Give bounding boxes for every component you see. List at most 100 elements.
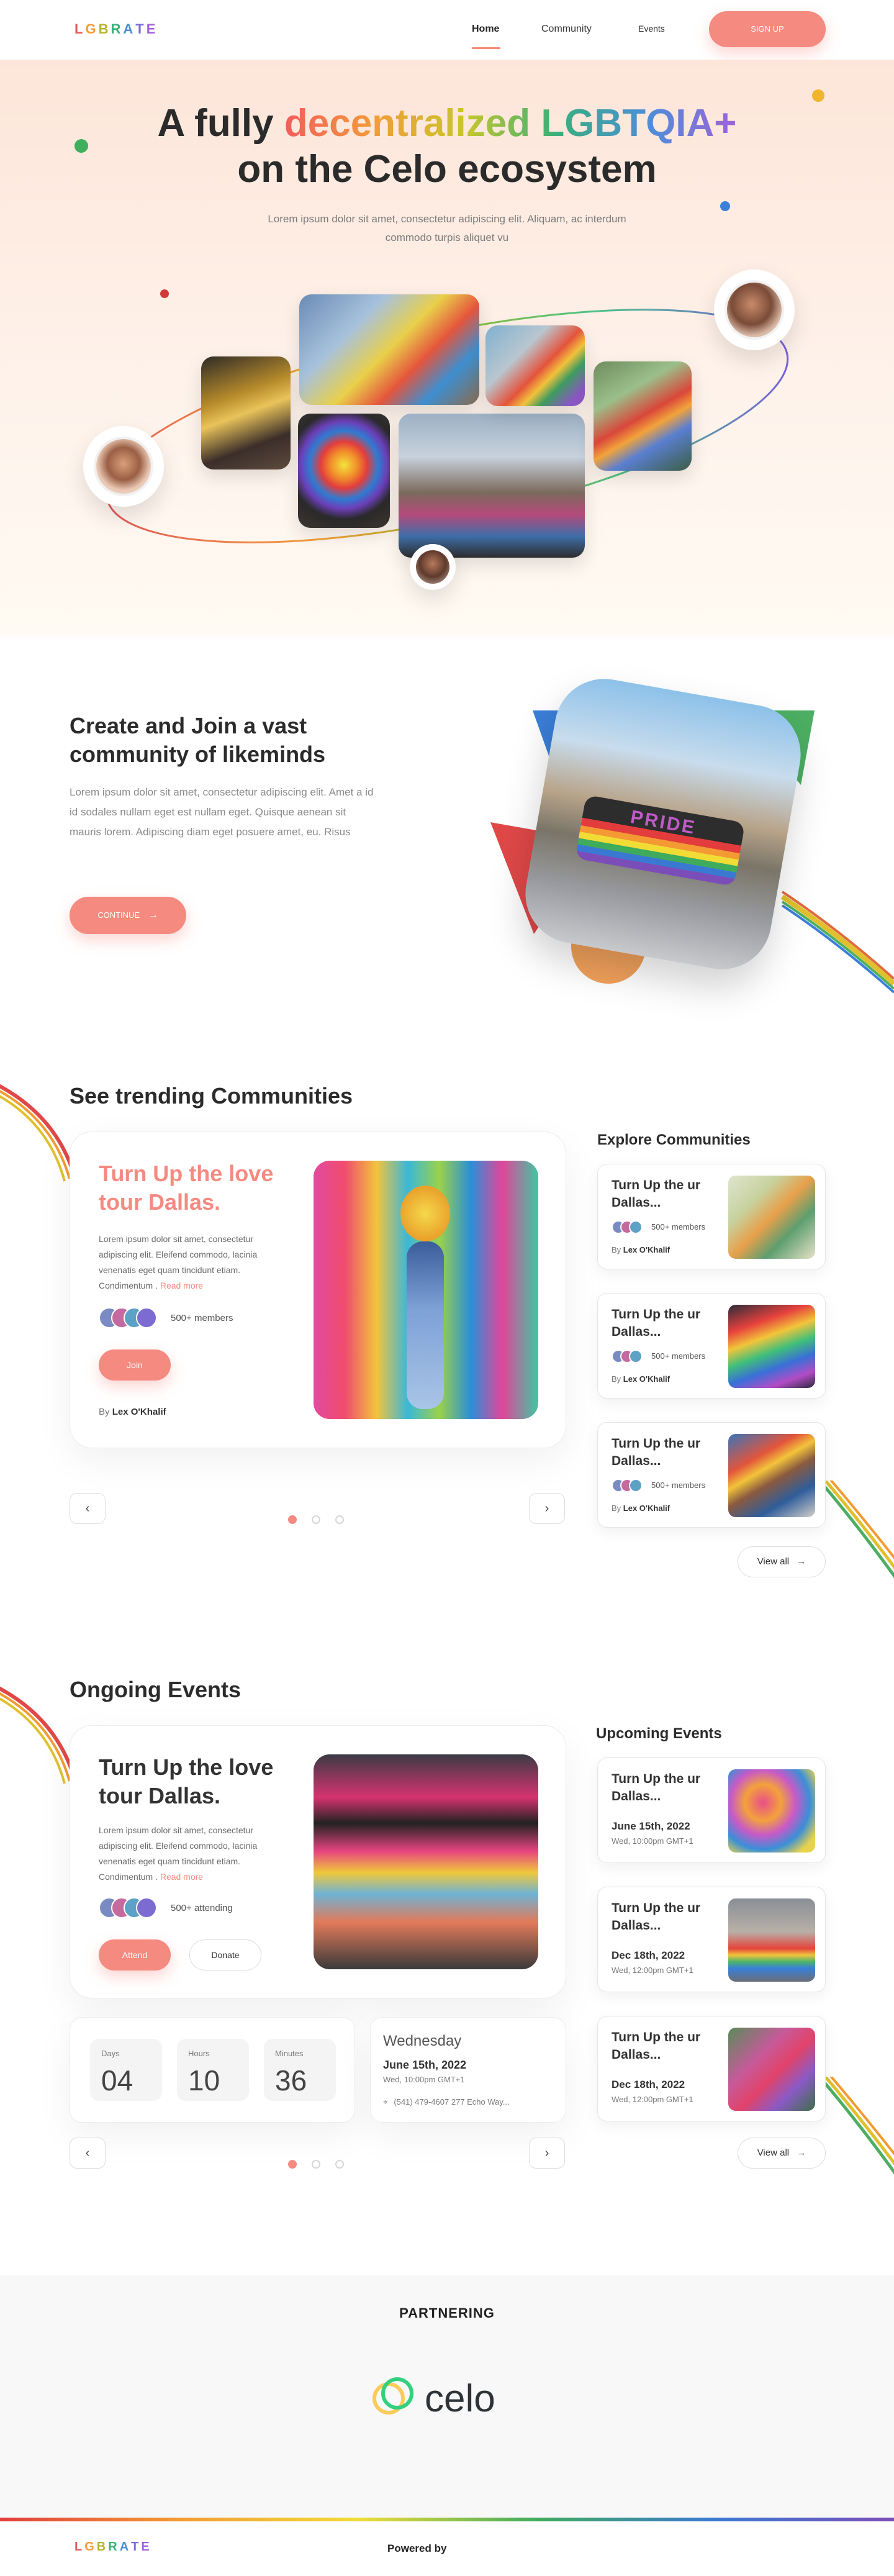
carousel-dot-3[interactable] bbox=[335, 2160, 344, 2169]
upcoming-card-title: Turn Up the ur Dallas... bbox=[612, 2030, 701, 2062]
location-icon: ⌖ bbox=[383, 2097, 388, 2107]
logo-letter: G bbox=[85, 21, 99, 37]
celo-ring-green bbox=[381, 2377, 413, 2410]
view-all-communities-button[interactable]: View all → bbox=[738, 1546, 826, 1577]
nav-active-indicator bbox=[472, 47, 500, 49]
explore-card-author: By Lex O'Khalif bbox=[612, 1374, 670, 1384]
footer-logo[interactable]: LGBRATE bbox=[74, 2540, 152, 2554]
hero-avatar-left bbox=[83, 426, 164, 507]
top-navbar: LGBRATE Home Community Events SIGN UP bbox=[0, 0, 894, 60]
attend-button[interactable]: Attend bbox=[99, 1939, 171, 1971]
hero-section: A fully decentralized LGBTQIA+ on the Ce… bbox=[0, 60, 894, 636]
upcoming-card-date: June 15th, 2022 bbox=[612, 1820, 690, 1832]
explore-community-card[interactable]: Turn Up the ur Dallas... 500+ members By… bbox=[597, 1293, 826, 1399]
view-all-events-button[interactable]: View all → bbox=[738, 2138, 826, 2169]
pride-wristband-photo: PRIDE bbox=[517, 671, 809, 977]
avatar bbox=[725, 280, 784, 340]
carousel-dot-1[interactable] bbox=[288, 2160, 297, 2169]
member-avatars bbox=[612, 1220, 655, 1241]
explore-card-image bbox=[728, 1305, 815, 1388]
footer-rainbow-bar bbox=[0, 2518, 894, 2521]
hero-title-line2: on the Celo ecosystem bbox=[237, 148, 657, 191]
explore-community-card[interactable]: Turn Up the ur Dallas... 500+ members By… bbox=[597, 1422, 826, 1528]
explore-community-card[interactable]: Turn Up the ur Dallas... 500+ members By… bbox=[597, 1164, 826, 1269]
upcoming-event-card[interactable]: Turn Up the ur Dallas... Dec 18th, 2022 … bbox=[597, 1887, 826, 1992]
explore-card-title: Turn Up the ur Dallas... bbox=[612, 1307, 701, 1339]
carousel-next-button[interactable]: › bbox=[529, 2138, 565, 2169]
countdown-label: Days bbox=[101, 2049, 120, 2058]
community-intro-body: Lorem ipsum dolor sit amet, consectetur … bbox=[70, 786, 374, 838]
view-all-label: View all bbox=[757, 2147, 790, 2158]
carousel-prev-button[interactable]: ‹ bbox=[70, 1493, 106, 1524]
author-name[interactable]: Lex O'Khalif bbox=[112, 1407, 166, 1417]
donate-button[interactable]: Donate bbox=[189, 1939, 261, 1971]
arrow-right-icon: → bbox=[797, 2147, 806, 2158]
continue-button[interactable]: CONTINUE → bbox=[70, 897, 186, 934]
chevron-left-icon: ‹ bbox=[85, 1502, 90, 1515]
decor-rainbow-arc-right bbox=[820, 1481, 894, 1579]
signup-button[interactable]: SIGN UP bbox=[709, 11, 826, 47]
attending-count: 500+ attending bbox=[171, 1903, 233, 1913]
hero-photo-flags bbox=[299, 294, 479, 405]
partnering-section: PARTNERING celo bbox=[0, 2275, 894, 2518]
hero-title-gradient: decentralized LGBTQIA+ bbox=[284, 102, 737, 145]
nav-link-home[interactable]: Home bbox=[472, 24, 499, 35]
featured-event-card[interactable]: Turn Up the love tour Dallas. Lorem ipsu… bbox=[70, 1725, 566, 1998]
carousel-next-button[interactable]: › bbox=[529, 1493, 565, 1524]
upcoming-event-card[interactable]: Turn Up the ur Dallas... June 15th, 2022… bbox=[597, 1757, 826, 1863]
featured-event-image bbox=[314, 1754, 538, 1969]
nav-link-community[interactable]: Community bbox=[541, 24, 592, 35]
pride-wristband: PRIDE bbox=[575, 794, 746, 887]
page: LGBRATE Home Community Events SIGN UP A … bbox=[0, 0, 894, 2576]
featured-event-body: Lorem ipsum dolor sit amet, consectetur … bbox=[99, 1823, 285, 1885]
read-more-link[interactable]: Read more bbox=[160, 1281, 203, 1290]
nav-link-events[interactable]: Events bbox=[638, 24, 665, 34]
hero-avatar-bottom bbox=[410, 544, 456, 590]
celo-logo[interactable]: celo bbox=[370, 2374, 531, 2423]
author-name: Lex O'Khalif bbox=[623, 1374, 670, 1384]
read-more-link[interactable]: Read more bbox=[160, 1872, 203, 1882]
upcoming-card-title: Turn Up the ur Dallas... bbox=[612, 1772, 701, 1803]
logo-letter: R bbox=[108, 2540, 120, 2554]
upcoming-card-date: Dec 18th, 2022 bbox=[612, 2079, 685, 2090]
avatar bbox=[94, 437, 153, 496]
hero-photo-street-flag bbox=[594, 361, 692, 471]
trending-heading: See trending Communities bbox=[70, 1083, 353, 1109]
carousel-prev-button[interactable]: ‹ bbox=[70, 2138, 106, 2169]
hero-photo-flag-wave bbox=[485, 325, 585, 406]
decor-rainbow-arc-right bbox=[820, 2077, 894, 2175]
author-name: Lex O'Khalif bbox=[623, 1503, 670, 1513]
author-prefix: By bbox=[99, 1407, 110, 1417]
carousel-dot-1[interactable] bbox=[288, 1515, 297, 1524]
celo-wordmark: celo bbox=[425, 2377, 495, 2420]
upcoming-event-card[interactable]: Turn Up the ur Dallas... Dec 18th, 2022 … bbox=[597, 2016, 826, 2121]
explore-card-author: By Lex O'Khalif bbox=[612, 1245, 670, 1254]
logo-letter: L bbox=[74, 2540, 85, 2554]
avatar bbox=[629, 1479, 643, 1492]
featured-community-image bbox=[314, 1161, 538, 1419]
explore-card-author: By Lex O'Khalif bbox=[612, 1503, 670, 1513]
logo-letter: A bbox=[119, 2540, 132, 2554]
logo-letter: E bbox=[141, 2540, 152, 2554]
carousel-dot-3[interactable] bbox=[335, 1515, 344, 1524]
author-line: By Lex O'Khalif bbox=[99, 1407, 166, 1417]
chevron-right-icon: › bbox=[544, 1502, 549, 1515]
featured-community-card[interactable]: Turn Up the love tour Dallas. Lorem ipsu… bbox=[70, 1132, 566, 1448]
explore-card-image bbox=[728, 1176, 815, 1259]
community-intro-section: Create and Join a vast community of like… bbox=[0, 636, 894, 1033]
member-avatars bbox=[612, 1479, 655, 1500]
person-figure bbox=[407, 1241, 444, 1409]
countdown-value: 36 bbox=[275, 2064, 307, 2097]
explore-card-title: Turn Up the ur Dallas... bbox=[612, 1178, 701, 1210]
join-button[interactable]: Join bbox=[99, 1349, 171, 1381]
arrow-right-icon: → bbox=[797, 1556, 806, 1567]
countdown-value: 04 bbox=[101, 2064, 133, 2097]
arrow-right-icon: → bbox=[148, 910, 158, 920]
trending-section: See trending Communities Turn Up the lov… bbox=[0, 1033, 894, 1630]
chevron-left-icon: ‹ bbox=[85, 2146, 90, 2160]
carousel-dot-2[interactable] bbox=[312, 2160, 320, 2169]
upcoming-card-time: Wed, 12:00pm GMT+1 bbox=[612, 2095, 693, 2104]
logo[interactable]: LGBRATE bbox=[74, 21, 158, 37]
carousel-dot-2[interactable] bbox=[312, 1515, 320, 1524]
explore-card-members: 500+ members bbox=[651, 1351, 706, 1361]
